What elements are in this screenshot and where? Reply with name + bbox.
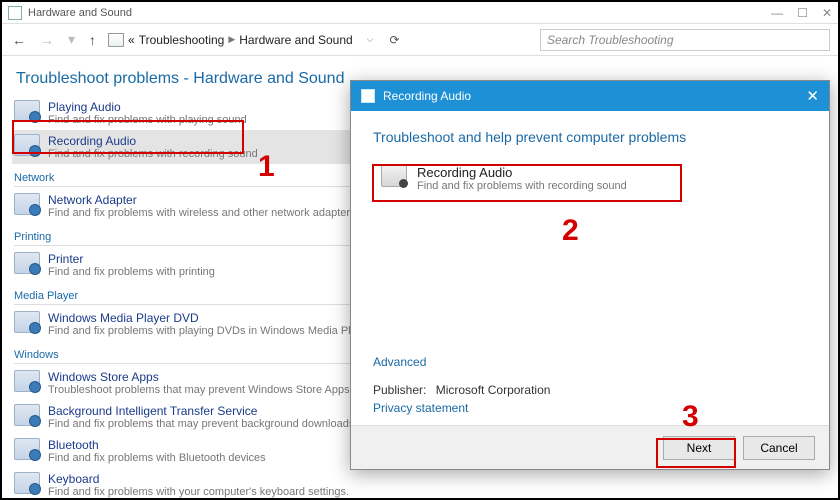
publisher-label: Publisher: — [373, 383, 426, 397]
annotation-label-2: 2 — [562, 216, 579, 246]
recent-dropdown[interactable]: ▾ — [66, 31, 77, 48]
up-button[interactable]: ↑ — [87, 32, 98, 48]
search-input[interactable]: Search Troubleshooting — [540, 29, 830, 51]
dialog-heading: Troubleshoot and help prevent computer p… — [373, 129, 807, 145]
keyboard-icon — [14, 472, 40, 494]
crumb-hardware-sound[interactable]: Hardware and Sound — [239, 33, 352, 47]
advanced-link[interactable]: Advanced — [373, 355, 550, 369]
dialog-close-button[interactable]: ✕ — [806, 87, 819, 105]
store-icon — [14, 370, 40, 392]
search-placeholder: Search Troubleshooting — [547, 33, 674, 47]
item-title: Windows Media Player DVD — [48, 311, 372, 325]
item-desc: Find and fix problems with your computer… — [48, 486, 349, 498]
minimize-button[interactable]: ― — [771, 6, 783, 20]
annotation-label-1: 1 — [258, 152, 275, 182]
item-title: Keyboard — [48, 472, 349, 486]
dialog-links: Advanced Publisher: Microsoft Corporatio… — [373, 355, 550, 415]
next-button[interactable]: Next — [663, 436, 735, 460]
control-panel-window: Hardware and Sound ― ☐ ✕ ← → ▾ ↑ « Troub… — [0, 0, 840, 500]
crumb-troubleshooting[interactable]: Troubleshooting — [139, 33, 225, 47]
publisher-row: Publisher: Microsoft Corporation — [373, 383, 550, 397]
item-desc: Find and fix problems with printing — [48, 266, 215, 278]
microphone-icon — [381, 165, 407, 187]
dialog-titlebar: Recording Audio ✕ — [351, 81, 829, 111]
window-title: Hardware and Sound — [28, 7, 132, 19]
item-title: Printer — [48, 252, 215, 266]
privacy-link[interactable]: Privacy statement — [373, 401, 468, 415]
window-controls: ― ☐ ✕ — [771, 6, 832, 20]
microphone-icon — [14, 134, 40, 156]
wmp-icon — [14, 311, 40, 333]
annotation-label-3: 3 — [682, 402, 699, 432]
download-icon — [14, 404, 40, 426]
titlebar: Hardware and Sound ― ☐ ✕ — [2, 2, 838, 24]
back-button[interactable]: ← — [10, 32, 28, 48]
dialog-title: Recording Audio — [383, 89, 471, 103]
breadcrumb-dropdown[interactable]: ⌵ — [367, 34, 374, 45]
item-title: Network Adapter — [48, 193, 356, 207]
maximize-button[interactable]: ☐ — [797, 6, 808, 20]
dialog-item-desc: Find and fix problems with recording sou… — [417, 180, 627, 192]
dialog-body: Troubleshoot and help prevent computer p… — [351, 111, 829, 425]
system-icon — [8, 6, 22, 20]
bluetooth-icon — [14, 438, 40, 460]
item-desc: Find and fix problems with playing sound — [48, 114, 247, 126]
item-title: Recording Audio — [48, 134, 258, 148]
cancel-button[interactable]: Cancel — [743, 436, 815, 460]
dialog-icon — [361, 89, 375, 103]
item-desc: Find and fix problems with Bluetooth dev… — [48, 452, 266, 464]
printer-icon — [14, 252, 40, 274]
item-title: Background Intelligent Transfer Service — [48, 404, 354, 418]
item-keyboard[interactable]: Keyboard Find and fix problems with your… — [12, 468, 828, 498]
chevron-right-icon: ▶ — [228, 34, 235, 45]
troubleshooter-dialog: Recording Audio ✕ Troubleshoot and help … — [350, 80, 830, 470]
network-icon — [14, 193, 40, 215]
item-title: Playing Audio — [48, 100, 247, 114]
item-desc: Find and fix problems with recording sou… — [48, 148, 258, 160]
speaker-icon — [14, 100, 40, 122]
breadcrumb[interactable]: « Troubleshooting ▶ Hardware and Sound — [108, 33, 353, 47]
item-title: Bluetooth — [48, 438, 266, 452]
dialog-item-recording-audio[interactable]: Recording Audio Find and fix problems wi… — [373, 159, 807, 198]
refresh-button[interactable]: ⟳ — [390, 33, 400, 47]
item-desc: Find and fix problems with playing DVDs … — [48, 325, 372, 337]
crumb-prefix: « — [128, 33, 135, 47]
item-desc: Find and fix problems that may prevent b… — [48, 418, 354, 430]
item-desc: Find and fix problems with wireless and … — [48, 207, 356, 219]
dialog-footer: Next Cancel — [351, 425, 829, 469]
publisher-value: Microsoft Corporation — [436, 383, 551, 397]
dialog-item-title: Recording Audio — [417, 165, 627, 180]
forward-button[interactable]: → — [38, 32, 56, 48]
location-icon — [108, 33, 124, 47]
nav-bar: ← → ▾ ↑ « Troubleshooting ▶ Hardware and… — [2, 24, 838, 56]
close-button[interactable]: ✕ — [822, 6, 832, 20]
